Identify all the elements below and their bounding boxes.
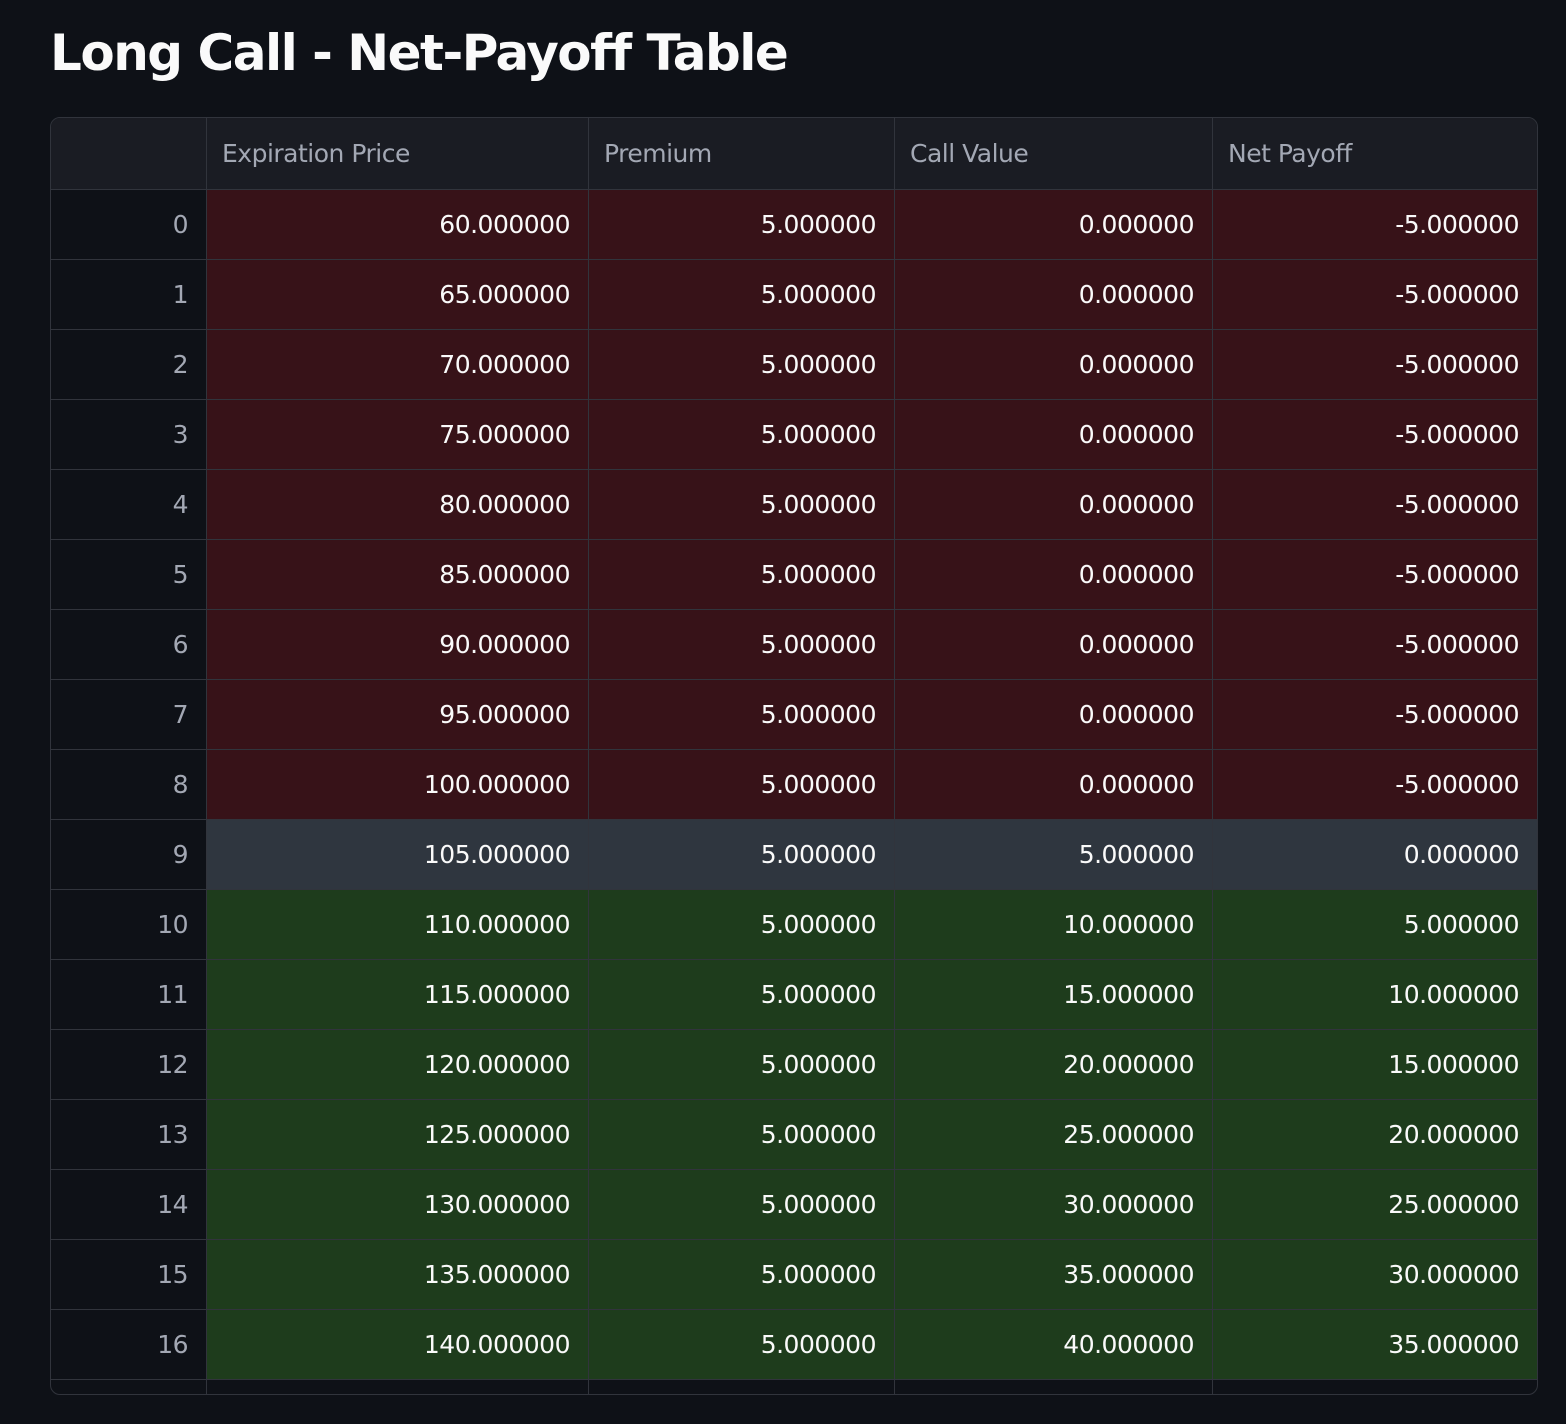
column-divider bbox=[588, 1380, 589, 1394]
cell-expiration-price[interactable]: 80.000000 bbox=[207, 470, 589, 540]
header-net-payoff[interactable]: Net Payoff bbox=[1213, 118, 1537, 190]
cell-net-payoff[interactable]: -5.000000 bbox=[1213, 400, 1537, 470]
cell-net-payoff[interactable]: -5.000000 bbox=[1213, 330, 1537, 400]
cell-expiration-price[interactable]: 125.000000 bbox=[207, 1100, 589, 1170]
cell-expiration-price[interactable]: 115.000000 bbox=[207, 960, 589, 1030]
cell-call-value[interactable]: 0.000000 bbox=[895, 190, 1213, 260]
cell-expiration-price[interactable]: 140.000000 bbox=[207, 1310, 589, 1380]
row-index[interactable]: 13 bbox=[51, 1100, 207, 1170]
row-index[interactable]: 4 bbox=[51, 470, 207, 540]
cell-premium[interactable]: 5.000000 bbox=[589, 1100, 895, 1170]
cell-net-payoff[interactable]: -5.000000 bbox=[1213, 610, 1537, 680]
cell-net-payoff[interactable]: -5.000000 bbox=[1213, 680, 1537, 750]
row-index[interactable]: 9 bbox=[51, 820, 207, 890]
cell-call-value[interactable]: 0.000000 bbox=[895, 540, 1213, 610]
cell-call-value[interactable]: 30.000000 bbox=[895, 1170, 1213, 1240]
cell-premium[interactable]: 5.000000 bbox=[589, 750, 895, 820]
row-index[interactable]: 5 bbox=[51, 540, 207, 610]
cell-net-payoff[interactable]: -5.000000 bbox=[1213, 470, 1537, 540]
row-index[interactable]: 0 bbox=[51, 190, 207, 260]
row-index[interactable]: 15 bbox=[51, 1240, 207, 1310]
cell-net-payoff[interactable]: 30.000000 bbox=[1213, 1240, 1537, 1310]
column-divider bbox=[1212, 1380, 1213, 1394]
cell-expiration-price[interactable]: 105.000000 bbox=[207, 820, 589, 890]
cell-premium[interactable]: 5.000000 bbox=[589, 540, 895, 610]
row-index[interactable]: 10 bbox=[51, 890, 207, 960]
cell-net-payoff[interactable]: -5.000000 bbox=[1213, 260, 1537, 330]
cell-expiration-price[interactable]: 65.000000 bbox=[207, 260, 589, 330]
cell-call-value[interactable]: 20.000000 bbox=[895, 1030, 1213, 1100]
cell-premium[interactable]: 5.000000 bbox=[589, 330, 895, 400]
cell-net-payoff[interactable]: -5.000000 bbox=[1213, 750, 1537, 820]
cell-premium[interactable]: 5.000000 bbox=[589, 820, 895, 890]
row-index[interactable]: 1 bbox=[51, 260, 207, 330]
row-index[interactable]: 16 bbox=[51, 1310, 207, 1380]
cell-call-value[interactable]: 10.000000 bbox=[895, 890, 1213, 960]
row-index[interactable]: 6 bbox=[51, 610, 207, 680]
cell-expiration-price[interactable]: 75.000000 bbox=[207, 400, 589, 470]
row-index[interactable]: 7 bbox=[51, 680, 207, 750]
cell-premium[interactable]: 5.000000 bbox=[589, 260, 895, 330]
cell-premium[interactable]: 5.000000 bbox=[589, 400, 895, 470]
cell-net-payoff[interactable]: 5.000000 bbox=[1213, 890, 1537, 960]
header-index[interactable] bbox=[51, 118, 207, 190]
cell-premium[interactable]: 5.000000 bbox=[589, 470, 895, 540]
cell-premium[interactable]: 5.000000 bbox=[589, 1030, 895, 1100]
cell-premium[interactable]: 5.000000 bbox=[589, 680, 895, 750]
cell-expiration-price[interactable]: 135.000000 bbox=[207, 1240, 589, 1310]
cell-net-payoff[interactable]: 10.000000 bbox=[1213, 960, 1537, 1030]
cell-call-value[interactable]: 15.000000 bbox=[895, 960, 1213, 1030]
header-premium[interactable]: Premium bbox=[589, 118, 895, 190]
header-expiration-price[interactable]: Expiration Price bbox=[207, 118, 589, 190]
cell-call-value[interactable]: 5.000000 bbox=[895, 820, 1213, 890]
cell-call-value[interactable]: 25.000000 bbox=[895, 1100, 1213, 1170]
cell-call-value[interactable]: 0.000000 bbox=[895, 330, 1213, 400]
cell-net-payoff[interactable]: 0.000000 bbox=[1213, 820, 1537, 890]
cell-premium[interactable]: 5.000000 bbox=[589, 1170, 895, 1240]
cell-net-payoff[interactable]: -5.000000 bbox=[1213, 540, 1537, 610]
cell-expiration-price[interactable]: 120.000000 bbox=[207, 1030, 589, 1100]
page-title: Long Call - Net-Payoff Table bbox=[50, 24, 789, 82]
cell-expiration-price[interactable]: 95.000000 bbox=[207, 680, 589, 750]
table-grid: Expiration Price Premium Call Value Net … bbox=[51, 118, 1537, 1380]
cell-expiration-price[interactable]: 85.000000 bbox=[207, 540, 589, 610]
cell-expiration-price[interactable]: 60.000000 bbox=[207, 190, 589, 260]
cell-expiration-price[interactable]: 100.000000 bbox=[207, 750, 589, 820]
cell-net-payoff[interactable]: 20.000000 bbox=[1213, 1100, 1537, 1170]
row-index[interactable]: 12 bbox=[51, 1030, 207, 1100]
cell-net-payoff[interactable]: 25.000000 bbox=[1213, 1170, 1537, 1240]
row-index[interactable]: 11 bbox=[51, 960, 207, 1030]
row-index[interactable]: 14 bbox=[51, 1170, 207, 1240]
cell-net-payoff[interactable]: 35.000000 bbox=[1213, 1310, 1537, 1380]
row-index[interactable]: 2 bbox=[51, 330, 207, 400]
cell-call-value[interactable]: 0.000000 bbox=[895, 750, 1213, 820]
cell-premium[interactable]: 5.000000 bbox=[589, 190, 895, 260]
cell-call-value[interactable]: 0.000000 bbox=[895, 260, 1213, 330]
cell-net-payoff[interactable]: 15.000000 bbox=[1213, 1030, 1537, 1100]
cell-expiration-price[interactable]: 130.000000 bbox=[207, 1170, 589, 1240]
cell-call-value[interactable]: 40.000000 bbox=[895, 1310, 1213, 1380]
cell-premium[interactable]: 5.000000 bbox=[589, 960, 895, 1030]
cell-expiration-price[interactable]: 70.000000 bbox=[207, 330, 589, 400]
payoff-table[interactable]: Expiration Price Premium Call Value Net … bbox=[50, 117, 1538, 1395]
cell-call-value[interactable]: 0.000000 bbox=[895, 680, 1213, 750]
cell-call-value[interactable]: 0.000000 bbox=[895, 610, 1213, 680]
header-call-value[interactable]: Call Value bbox=[895, 118, 1213, 190]
cell-call-value[interactable]: 35.000000 bbox=[895, 1240, 1213, 1310]
row-index[interactable]: 8 bbox=[51, 750, 207, 820]
cell-premium[interactable]: 5.000000 bbox=[589, 1310, 895, 1380]
cell-call-value[interactable]: 0.000000 bbox=[895, 400, 1213, 470]
cell-premium[interactable]: 5.000000 bbox=[589, 890, 895, 960]
column-divider bbox=[894, 1380, 895, 1394]
cell-expiration-price[interactable]: 110.000000 bbox=[207, 890, 589, 960]
row-index[interactable]: 3 bbox=[51, 400, 207, 470]
cell-premium[interactable]: 5.000000 bbox=[589, 1240, 895, 1310]
cell-call-value[interactable]: 0.000000 bbox=[895, 470, 1213, 540]
cell-net-payoff[interactable]: -5.000000 bbox=[1213, 190, 1537, 260]
cell-premium[interactable]: 5.000000 bbox=[589, 610, 895, 680]
column-divider bbox=[206, 1380, 207, 1394]
table-scroll-remainder bbox=[51, 1380, 1537, 1394]
cell-expiration-price[interactable]: 90.000000 bbox=[207, 610, 589, 680]
